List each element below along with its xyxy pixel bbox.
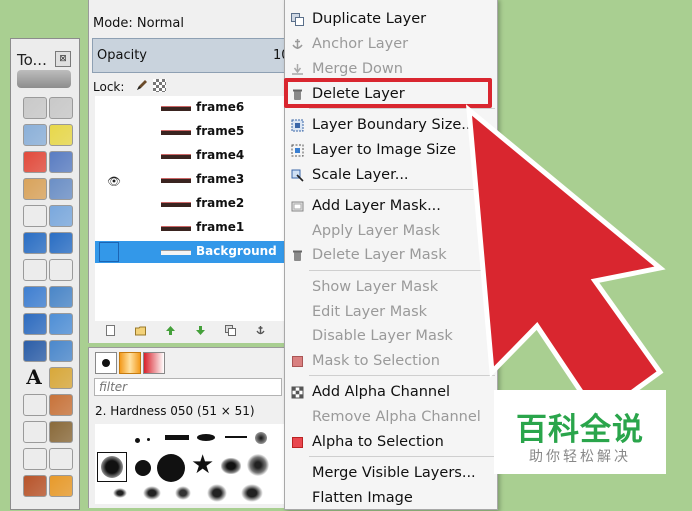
watermark-subtitle: 助你轻松解决 bbox=[529, 449, 631, 465]
watermark-title: 百科全说 bbox=[516, 412, 644, 448]
baike-watermark: 百科全说 助你轻松解决 bbox=[494, 390, 666, 474]
